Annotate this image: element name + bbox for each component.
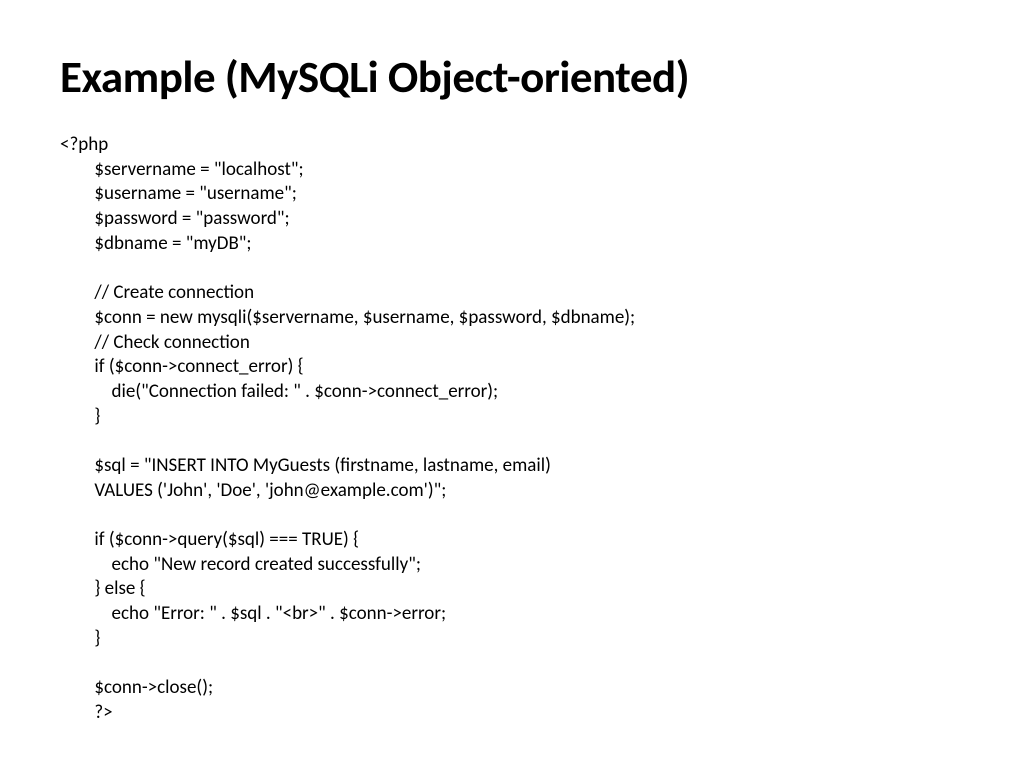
slide-container: Example (MySQLi Object-oriented) <?php $… — [0, 0, 1024, 768]
code-block: <?php $servername = "localhost"; $userna… — [60, 133, 964, 726]
slide-title: Example (MySQLi Object-oriented) — [60, 50, 964, 105]
